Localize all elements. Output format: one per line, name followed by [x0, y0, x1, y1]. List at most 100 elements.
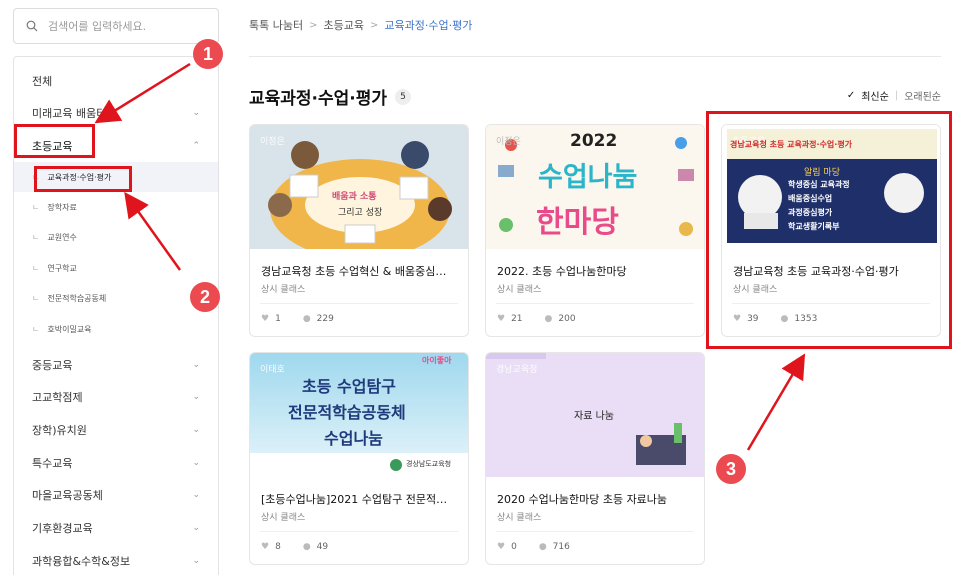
person-icon: ●: [302, 314, 311, 324]
sort-separator: |: [894, 90, 899, 101]
sidebar-item-label: 미래교육 배움터: [32, 107, 107, 120]
card-subtitle: 상시 클래스: [261, 285, 306, 295]
sidebar-item-all[interactable]: 전체: [14, 65, 218, 97]
sidebar-item-special-education[interactable]: 특수교육 ⌄: [14, 447, 218, 479]
chevron-up-icon[interactable]: ⌃: [192, 141, 200, 151]
breadcrumb-root[interactable]: 톡톡 나눔터: [249, 17, 303, 33]
chevron-down-icon[interactable]: ⌄: [192, 523, 200, 533]
card-stats: ♥ 21 ● 200: [497, 314, 576, 324]
sidebar-item-label: 전체: [32, 75, 53, 88]
person-icon: ●: [538, 542, 547, 552]
class-card[interactable]: 경남교육청 자료 나눔 2020 수업나눔한마당 초등 자료나눔 상시 클래스 …: [485, 352, 705, 565]
card-divider: [260, 303, 458, 304]
thumb-text: 2022: [570, 131, 618, 151]
card-thumbnail: 이정은 2022 수업나눔 한마당: [486, 125, 704, 249]
person-icon: ●: [302, 542, 311, 552]
sidebar-item-secondary[interactable]: 중등교육 ⌄: [14, 349, 218, 381]
sidebar-item-label: 장학)유치원: [32, 424, 87, 437]
chevron-down-icon[interactable]: ⌄: [192, 425, 200, 435]
sort-options: ✓ 최신순 | 오래된순: [847, 88, 941, 103]
person-icon: ●: [544, 314, 553, 324]
chevron-down-icon[interactable]: ⌄: [192, 392, 200, 402]
card-author: 이태호: [260, 365, 285, 375]
chevron-down-icon[interactable]: ⌄: [192, 556, 200, 566]
thumb-text: 전문적학습공동체: [288, 403, 406, 422]
card-thumbnail: 이정은 배움과 소통 그리고 성장: [250, 125, 468, 249]
chevron-down-icon[interactable]: ⌄: [192, 360, 200, 370]
card-subtitle: 상시 클래스: [497, 285, 542, 295]
member-count: 200: [558, 314, 576, 324]
annotation-callout-3: 3: [716, 454, 746, 484]
sort-latest[interactable]: 최신순: [861, 88, 889, 103]
sidebar-subitem-scholarship[interactable]: ㄴ 장학자료: [14, 192, 218, 222]
branch-icon: ㄴ: [32, 263, 40, 273]
arrow-3: [746, 353, 806, 451]
card-subtitle: 상시 클래스: [261, 513, 306, 523]
card-title: 2022. 초등 수업나눔한마당: [497, 265, 627, 278]
card-divider: [496, 531, 694, 532]
sidebar-item-label: 과학융합&수학&정보: [32, 555, 131, 568]
heart-icon[interactable]: ♥: [261, 314, 269, 324]
sidebar-item-label: 특수교육: [32, 457, 73, 470]
sidebar-item-label: 고교학점제: [32, 391, 83, 404]
chevron-down-icon[interactable]: ⌄: [192, 490, 200, 500]
class-card[interactable]: 이정은 배움과 소통 그리고 성장 경남교육청 초등 수업혁신 & 배움중심… …: [249, 124, 469, 337]
card-divider: [260, 531, 458, 532]
sidebar-subitem-other[interactable]: ㄴ 호박이밀교육: [14, 314, 218, 344]
sidebar-subitem-label: 연구학교: [47, 263, 77, 273]
card-author: 이정은: [260, 137, 285, 147]
card-thumbnail: 이태호 아이좋아 초등 수업탐구 전문적학습공동체 수업나눔 경상남도교육청: [250, 353, 468, 477]
card-author: 경남교육청: [496, 365, 538, 375]
breadcrumb-current: 교육과정·수업·평가: [384, 19, 473, 32]
annotation-callout-1: 1: [193, 39, 223, 69]
thumb-text: 배움과 소통: [332, 192, 377, 202]
like-count: 21: [511, 314, 523, 324]
card-stats: ♥ 1 ● 229: [261, 314, 334, 324]
search-input[interactable]: [48, 19, 208, 33]
thumb-text: 수업나눔: [538, 162, 638, 193]
highlight-box-curriculum: [34, 166, 132, 192]
card-thumbnail: 경남교육청 자료 나눔: [486, 353, 704, 477]
sidebar-item-village-community[interactable]: 마을교육공동체 ⌄: [14, 479, 218, 511]
sidebar-subitem-teacher-training[interactable]: ㄴ 교원연수: [14, 222, 218, 252]
card-subtitle: 상시 클래스: [497, 513, 542, 523]
card-divider: [496, 303, 694, 304]
breadcrumb-parent[interactable]: 초등교육: [324, 17, 364, 33]
card-stats: ♥ 0 ● 716: [497, 542, 570, 552]
class-card[interactable]: 이정은 2022 수업나눔 한마당 2022. 초등 수업나눔한마당 상시 클래…: [485, 124, 705, 337]
sidebar-subitem-label: 장학자료: [47, 202, 77, 212]
check-icon: ✓: [846, 90, 856, 101]
sidebar-subitem-label: 교원연수: [47, 232, 77, 242]
like-count: 1: [275, 314, 281, 324]
search-box[interactable]: [13, 8, 219, 44]
card-title: 경남교육청 초등 수업혁신 & 배움중심…: [261, 265, 447, 278]
breadcrumb-separator-icon: >: [369, 19, 379, 31]
sidebar-item-credit-system[interactable]: 고교학점제 ⌄: [14, 381, 218, 413]
sort-oldest[interactable]: 오래된순: [904, 88, 941, 103]
chevron-down-icon[interactable]: ⌄: [192, 108, 200, 118]
sidebar-item-label: 기후환경교육: [32, 522, 93, 535]
like-count: 8: [275, 542, 281, 552]
heart-icon[interactable]: ♥: [497, 542, 505, 552]
highlight-box-elementary: [14, 124, 95, 158]
heart-icon[interactable]: ♥: [261, 542, 269, 552]
card-title: 2020 수업나눔한마당 초등 자료나눔: [497, 493, 668, 506]
thumb-text: 경상남도교육청: [406, 460, 452, 468]
page-title: 교육과정·수업·평가 5: [249, 84, 412, 109]
heart-icon[interactable]: ♥: [497, 314, 505, 324]
sidebar-subitem-research-school[interactable]: ㄴ 연구학교: [14, 253, 218, 283]
sidebar-item-climate-education[interactable]: 기후환경교육 ⌄: [14, 512, 218, 544]
thumb-text: 한마당: [536, 205, 619, 240]
chevron-down-icon[interactable]: ⌄: [192, 458, 200, 468]
sidebar-subitem-learning-community[interactable]: ㄴ 전문적학습공동체: [14, 283, 218, 313]
thumb-text: 아이좋아: [422, 356, 452, 365]
member-count: 49: [316, 542, 329, 552]
class-card[interactable]: 이태호 아이좋아 초등 수업탐구 전문적학습공동체 수업나눔 경상남도교육청 […: [249, 352, 469, 565]
sidebar-item-kindergarten[interactable]: 장학)유치원 ⌄: [14, 414, 218, 446]
page-title-text: 교육과정·수업·평가: [249, 89, 388, 109]
member-count: 229: [316, 314, 334, 324]
sidebar-item-label: 마을교육공동체: [32, 489, 103, 502]
breadcrumb-separator-icon: >: [309, 19, 318, 31]
card-stats: ♥ 8 ● 49: [261, 542, 328, 552]
sidebar-item-science-math[interactable]: 과학융합&수학&정보 ⌄: [14, 545, 218, 575]
